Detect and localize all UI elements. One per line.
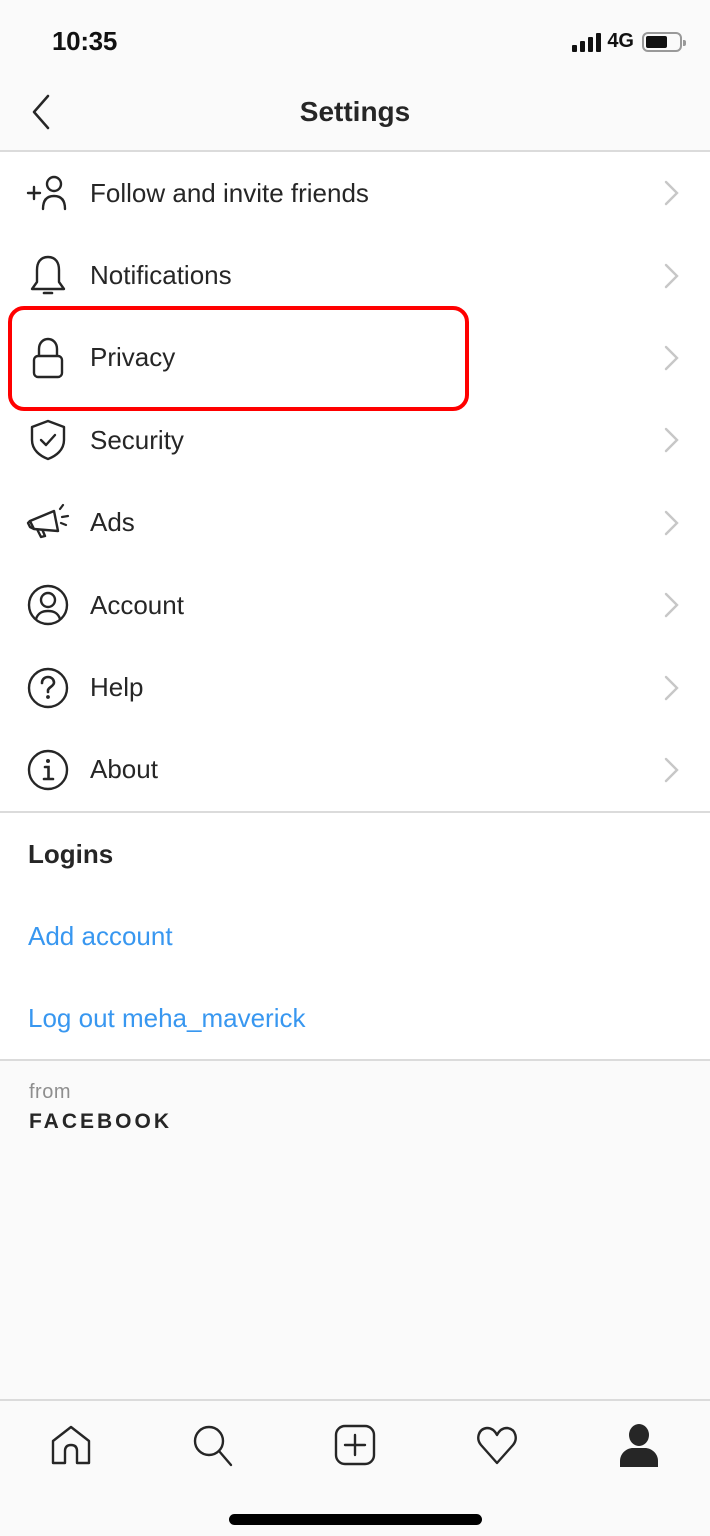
menu-label: Follow and invite friends [90,177,369,208]
help-circle-icon [26,666,70,710]
add-person-icon [26,171,70,215]
chevron-right-icon [664,180,679,206]
menu-label: Help [90,672,144,703]
info-circle-icon [26,748,70,792]
settings-list: Follow and invite friends Notifications … [0,152,710,1062]
add-square-icon [334,1424,376,1466]
chevron-right-icon [664,345,679,371]
chevron-right-icon [664,675,679,700]
menu-label: Ads [90,507,135,538]
home-icon [51,1425,91,1465]
from-label: from [29,1081,71,1103]
tab-bar [0,1399,710,1536]
tab-profile[interactable] [609,1415,669,1475]
page-title: Settings [299,96,411,127]
chevron-right-icon [664,428,679,453]
tab-search[interactable] [183,1415,243,1475]
status-bar: 10:35 4G [0,0,710,84]
add-account-link[interactable]: Add account [0,895,710,977]
chevron-right-icon [664,510,679,535]
tab-activity[interactable] [467,1415,527,1475]
menu-item-account[interactable]: Account [0,564,710,646]
section-divider [0,1059,710,1062]
megaphone-icon [26,501,70,545]
menu-item-follow-invite[interactable]: Follow and invite friends [0,152,710,234]
log-out-link[interactable]: Log out meha_maverick [0,977,710,1059]
tab-new-post[interactable] [325,1415,385,1475]
tab-home[interactable] [41,1415,101,1475]
nav-bar: Settings [0,84,710,152]
home-indicator[interactable] [229,1514,482,1525]
menu-label: Privacy [90,342,176,373]
account-circle-icon [26,583,70,627]
chevron-right-icon [664,263,679,288]
menu-item-notifications[interactable]: Notifications [0,234,710,316]
search-icon [193,1425,233,1467]
menu-item-privacy[interactable]: Privacy [0,317,710,399]
menu-label: Account [90,589,184,620]
chevron-right-icon [664,757,679,783]
battery-icon [642,31,686,52]
chevron-right-icon [664,592,679,618]
facebook-logo: FACEBOOK [29,1110,173,1133]
lock-icon [26,336,70,380]
menu-item-help[interactable]: Help [0,646,710,728]
heart-icon [477,1426,517,1465]
shield-check-icon [26,418,70,462]
menu-item-about[interactable]: About [0,729,710,811]
menu-item-ads[interactable]: Ads [0,482,710,564]
signal-icon [572,32,602,52]
battery-level [646,35,667,48]
menu-label: Notifications [90,260,232,291]
menu-label: About [90,754,158,785]
profile-icon [620,1424,658,1467]
status-indicators: 4G [572,30,686,53]
menu-item-security[interactable]: Security [0,399,710,481]
network-type: 4G [607,30,634,52]
menu-label: Security [90,424,184,455]
logins-header: Logins [28,838,114,869]
status-time: 10:35 [52,26,117,56]
bell-icon [26,254,70,298]
